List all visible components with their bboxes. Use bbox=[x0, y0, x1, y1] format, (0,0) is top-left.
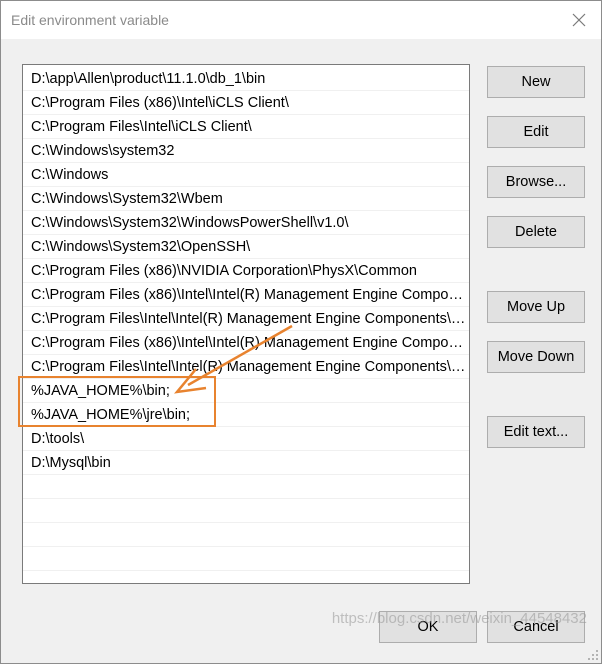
edit-environment-variable-dialog: Edit environment variable D:\app\Allen\p… bbox=[0, 0, 602, 664]
resize-grip-icon[interactable] bbox=[587, 649, 599, 661]
list-item[interactable]: D:\app\Allen\product\11.1.0\db_1\bin bbox=[23, 67, 469, 91]
browse-button[interactable]: Browse... bbox=[487, 166, 585, 198]
close-icon bbox=[572, 13, 586, 27]
title-bar: Edit environment variable bbox=[1, 1, 601, 39]
edit-text-button[interactable]: Edit text... bbox=[487, 416, 585, 448]
list-item[interactable]: C:\Program Files (x86)\Intel\iCLS Client… bbox=[23, 91, 469, 115]
list-item[interactable]: C:\Windows\System32\WindowsPowerShell\v1… bbox=[23, 211, 469, 235]
list-empty-row[interactable] bbox=[23, 523, 469, 547]
path-list[interactable]: D:\app\Allen\product\11.1.0\db_1\bin C:\P… bbox=[22, 64, 470, 584]
new-button[interactable]: New bbox=[487, 66, 585, 98]
list-item[interactable]: C:\Program Files (x86)\Intel\Intel(R) Ma… bbox=[23, 331, 469, 355]
list-item[interactable]: %JAVA_HOME%\jre\bin; bbox=[23, 403, 469, 427]
cancel-button[interactable]: Cancel bbox=[487, 611, 585, 643]
move-up-button[interactable]: Move Up bbox=[487, 291, 585, 323]
list-empty-row[interactable] bbox=[23, 547, 469, 571]
list-item[interactable]: C:\Windows bbox=[23, 163, 469, 187]
list-item[interactable]: C:\Program Files (x86)\NVIDIA Corporatio… bbox=[23, 259, 469, 283]
list-item[interactable]: C:\Program Files (x86)\Intel\Intel(R) Ma… bbox=[23, 283, 469, 307]
move-down-button[interactable]: Move Down bbox=[487, 341, 585, 373]
list-item[interactable]: C:\Windows\System32\OpenSSH\ bbox=[23, 235, 469, 259]
delete-button[interactable]: Delete bbox=[487, 216, 585, 248]
list-item[interactable]: C:\Windows\system32 bbox=[23, 139, 469, 163]
list-item[interactable]: C:\Windows\System32\Wbem bbox=[23, 187, 469, 211]
list-empty-row[interactable] bbox=[23, 499, 469, 523]
list-item[interactable]: %JAVA_HOME%\bin; bbox=[23, 379, 469, 403]
list-item[interactable]: C:\Program Files\Intel\Intel(R) Manageme… bbox=[23, 307, 469, 331]
window-title: Edit environment variable bbox=[11, 12, 169, 28]
list-item[interactable]: D:\Mysql\bin bbox=[23, 451, 469, 475]
list-item[interactable]: C:\Program Files\Intel\Intel(R) Manageme… bbox=[23, 355, 469, 379]
ok-button[interactable]: OK bbox=[379, 611, 477, 643]
close-button[interactable] bbox=[557, 1, 601, 39]
edit-button[interactable]: Edit bbox=[487, 116, 585, 148]
list-item[interactable]: C:\Program Files\Intel\iCLS Client\ bbox=[23, 115, 469, 139]
list-item[interactable]: D:\tools\ bbox=[23, 427, 469, 451]
list-empty-row[interactable] bbox=[23, 475, 469, 499]
